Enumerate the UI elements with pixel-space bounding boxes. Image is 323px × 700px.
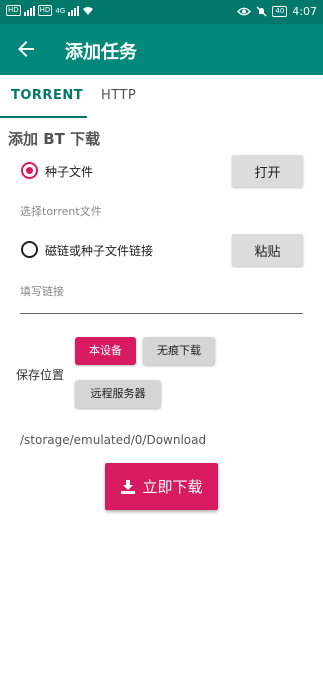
paste-button[interactable]: 粘贴 — [232, 234, 303, 266]
tab-indicator — [0, 116, 87, 118]
link-input[interactable]: 填写链接 — [20, 283, 64, 299]
download-icon — [121, 479, 136, 494]
clock: 4:07 — [292, 5, 317, 18]
page-title: 添加任务 — [65, 42, 137, 63]
network-type: 4G — [55, 6, 66, 15]
save-option-incognito[interactable]: 无痕下载 — [143, 337, 215, 365]
open-button[interactable]: 打开 — [232, 155, 303, 187]
magnet-link-label[interactable]: 磁链或种子文件链接 — [45, 242, 153, 259]
tab-torrent[interactable]: TORRENT — [11, 88, 83, 103]
signal-icon-2 — [68, 5, 80, 16]
tab-http[interactable]: HTTP — [101, 88, 136, 103]
download-now-button[interactable]: 立即下载 — [105, 463, 218, 510]
status-bar: HD HD 4G 40 4:07 — [0, 0, 323, 24]
status-bar-right: 40 4:07 — [237, 5, 317, 18]
app-bar: 添加任务 — [0, 24, 323, 75]
save-option-this-device[interactable]: 本设备 — [75, 337, 136, 365]
tab-bar: TORRENT HTTP — [0, 75, 323, 119]
link-input-underline — [20, 313, 303, 314]
mute-bell-icon — [256, 6, 267, 17]
battery-icon: 40 — [272, 6, 288, 17]
torrent-file-hint[interactable]: 选择torrent文件 — [20, 203, 102, 219]
save-location-label: 保存位置 — [16, 368, 65, 382]
signal-icon — [23, 5, 35, 16]
magnet-link-radio[interactable] — [21, 241, 38, 258]
torrent-file-label[interactable]: 种子文件 — [45, 163, 93, 180]
save-option-remote-server[interactable]: 远程服务器 — [75, 380, 161, 408]
section-title: 添加 BT 下载 — [8, 130, 101, 148]
hd-badge: HD — [6, 5, 21, 16]
hd-badge-2: HD — [37, 5, 53, 16]
torrent-file-radio[interactable] — [21, 162, 38, 179]
eye-icon — [237, 7, 252, 16]
download-now-label: 立即下载 — [142, 478, 203, 496]
wifi-icon — [83, 6, 94, 15]
status-bar-left: HD HD 4G — [6, 5, 94, 16]
back-arrow-icon[interactable] — [14, 37, 38, 61]
download-path: /storage/emulated/0/Download — [20, 433, 207, 447]
